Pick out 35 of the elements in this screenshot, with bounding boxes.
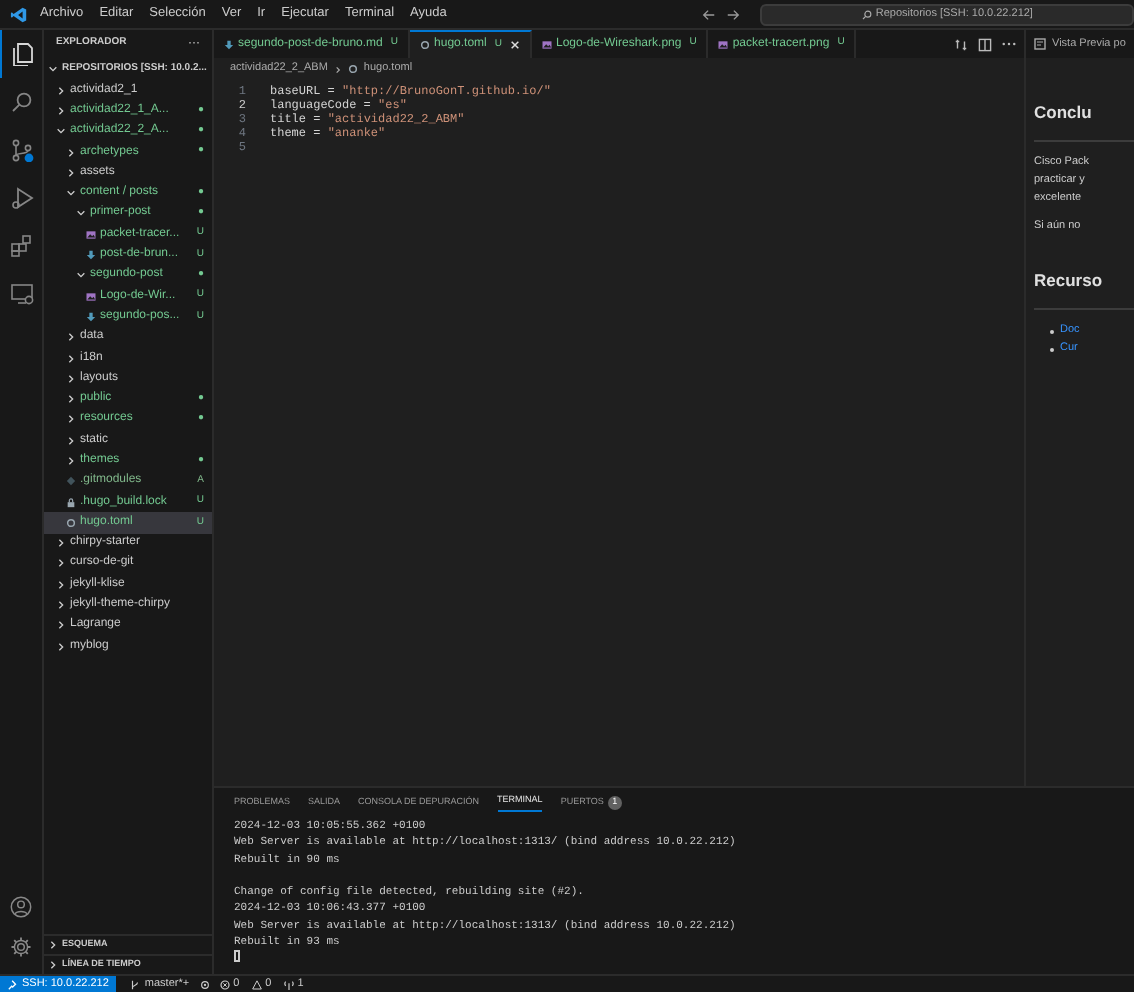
preview-icon [1034,38,1046,50]
search-icon[interactable] [10,90,34,114]
chevron-down-icon [48,64,58,74]
preview-heading: Recurso [1034,270,1103,290]
search-icon [861,9,872,19]
terminal-cursor [234,950,240,963]
image-file-icon [718,39,729,49]
diamond-file-icon [66,476,76,487]
forward-arrow-icon[interactable] [726,7,741,21]
preview-heading: Conclu [1034,102,1092,122]
remote-icon [8,979,18,989]
extensions-icon[interactable] [10,234,34,258]
image-file-icon [86,291,96,302]
close-icon[interactable] [510,40,520,50]
files-icon[interactable] [10,42,34,66]
account-icon[interactable] [10,896,32,918]
monitor-icon[interactable] [10,282,34,306]
run-debug-icon[interactable] [10,186,34,210]
split-editor-icon[interactable] [978,37,992,51]
branch-icon [130,979,141,989]
markdown-file-icon [86,311,96,322]
back-arrow-icon[interactable] [702,7,717,21]
warning-icon [251,979,262,989]
markdown-file-icon [86,250,96,261]
lock-file-icon [66,497,76,508]
error-icon [219,979,230,989]
app-logo-icon [10,5,28,23]
settings-icon[interactable] [10,936,32,958]
markdown-file-icon [224,39,234,49]
source-control-icon[interactable] [10,138,34,162]
image-file-icon [542,39,552,49]
image-file-icon [86,229,96,240]
sync-icon[interactable] [199,979,210,989]
compare-changes-icon[interactable] [954,37,968,51]
antenna-icon [283,979,294,989]
